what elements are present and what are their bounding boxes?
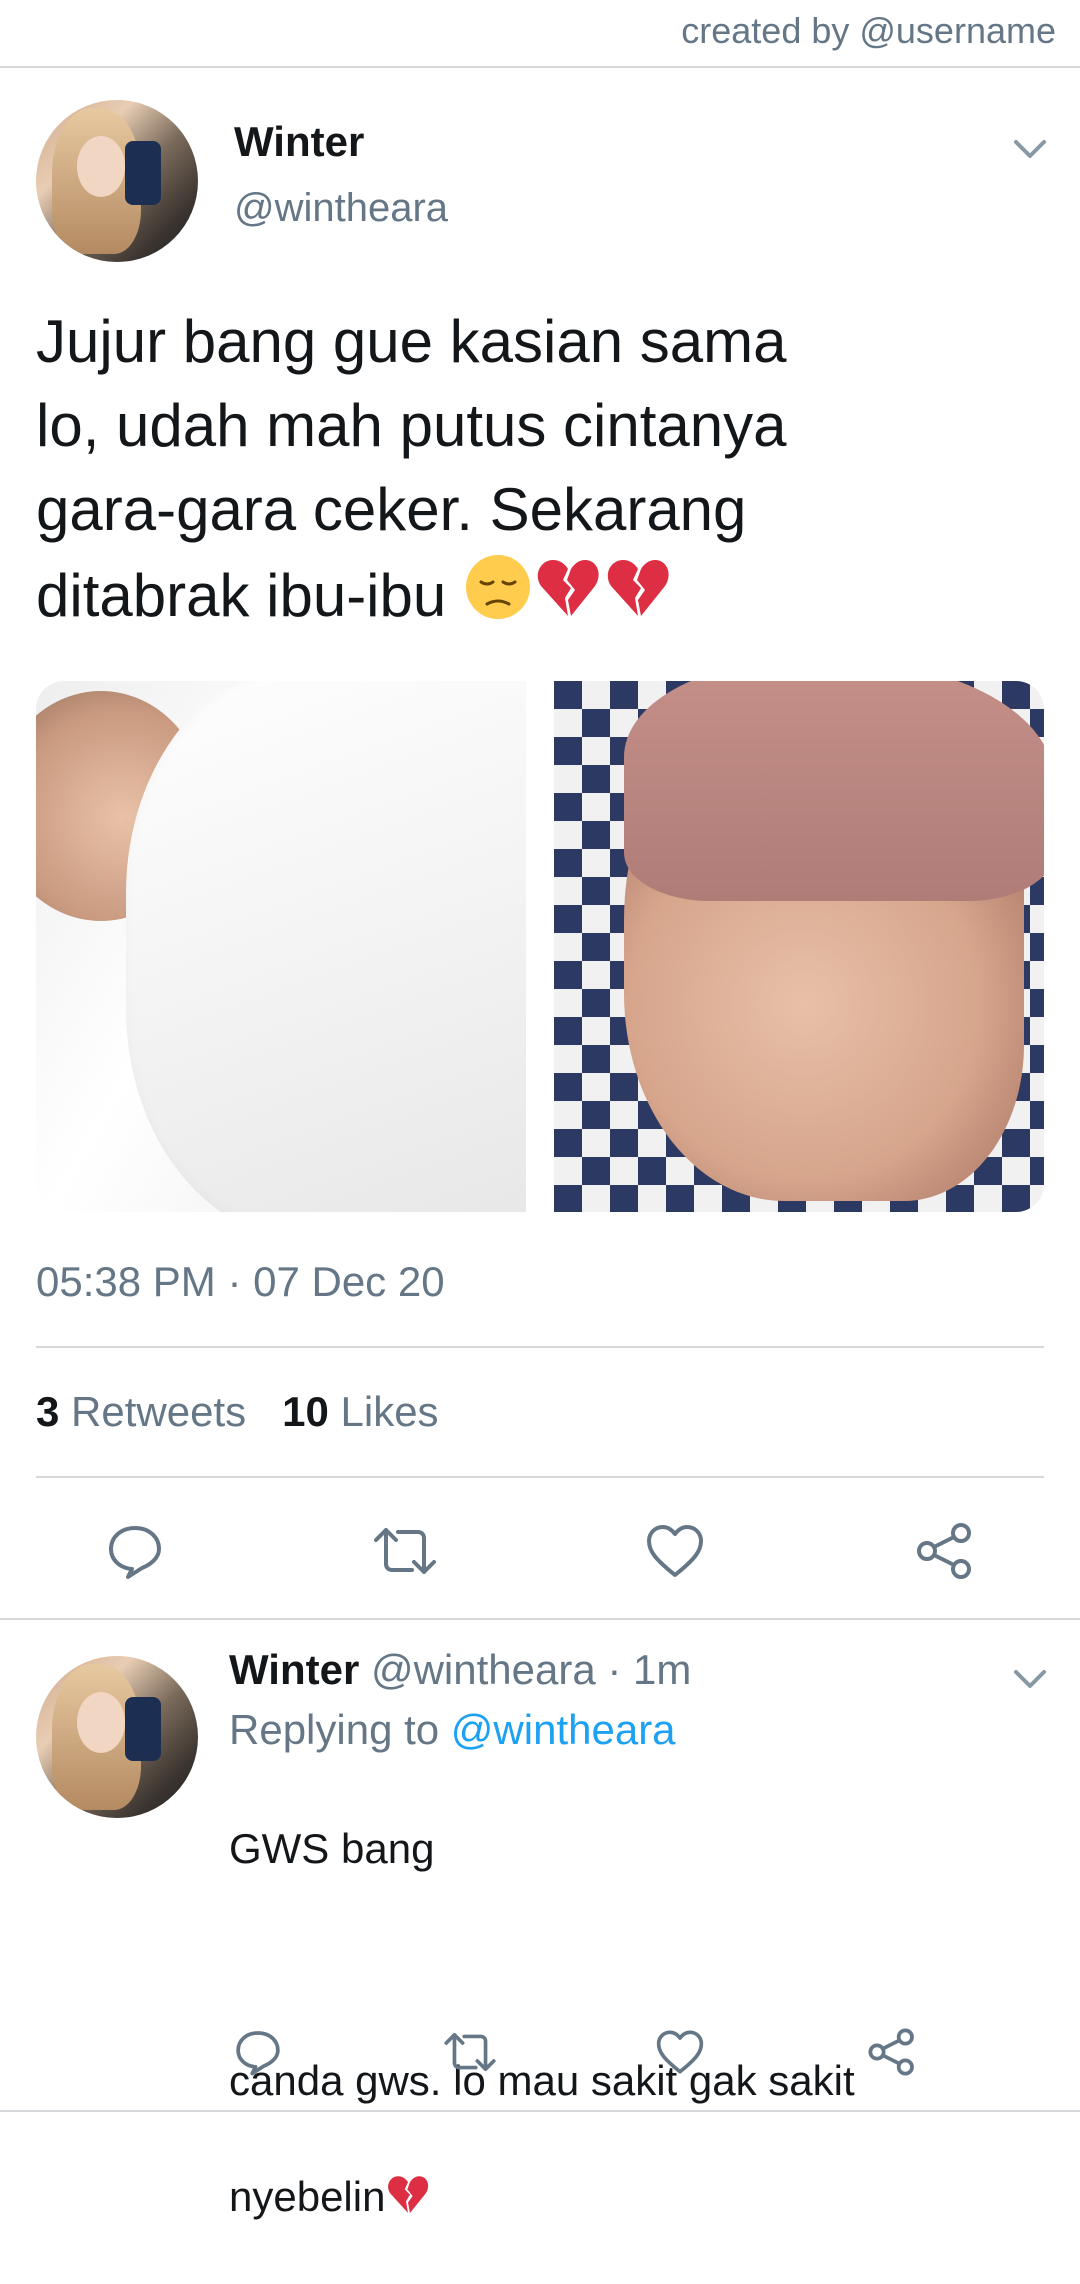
heart-icon xyxy=(647,1525,703,1577)
likes-count: 10 xyxy=(282,1388,329,1435)
reply-text-line: nyebelin xyxy=(229,2173,386,2220)
reply-like-button[interactable] xyxy=(648,2020,712,2084)
chevron-down-icon[interactable] xyxy=(1010,1658,1050,1698)
chevron-down-icon[interactable] xyxy=(1010,128,1050,168)
retweet-icon xyxy=(444,2032,496,2072)
reply-meta: Winter @wintheara · 1m xyxy=(229,1646,691,1694)
author-handle[interactable]: @wintheara xyxy=(234,186,448,231)
reply-reply-button[interactable] xyxy=(226,2020,290,2084)
tweet-text: Jujur bang gue kasian sama lo, udah mah … xyxy=(36,300,936,638)
heart-icon xyxy=(656,2030,704,2074)
replying-mention-link[interactable]: @wintheara xyxy=(451,1706,676,1753)
reply-author-name[interactable]: Winter xyxy=(229,1646,359,1693)
tweet-text-line: lo, udah mah putus cintanya xyxy=(36,392,787,459)
reply-text-line: GWS bang xyxy=(229,1825,435,1872)
replying-to: Replying to @wintheara xyxy=(229,1706,676,1754)
retweets-count: 3 xyxy=(36,1388,60,1435)
retweet-button[interactable] xyxy=(370,1516,440,1586)
broken-heart-icon xyxy=(537,560,599,616)
share-button[interactable] xyxy=(910,1516,980,1586)
reply-button[interactable] xyxy=(100,1516,170,1586)
divider xyxy=(0,2110,1080,2112)
reply-share-button[interactable] xyxy=(860,2020,924,2084)
divider xyxy=(36,1346,1044,1348)
tweet-text-line: ditabrak ibu-ibu xyxy=(36,562,447,629)
author-name[interactable]: Winter xyxy=(234,118,364,166)
reply-time: · 1m xyxy=(607,1646,692,1693)
reply-text-last-line: nyebelin xyxy=(229,2168,1029,2226)
reply-icon xyxy=(109,1526,161,1579)
tweet-image-2[interactable] xyxy=(554,681,1044,1212)
reply-author-handle[interactable]: @wintheara xyxy=(371,1646,596,1693)
retweets-label: Retweets xyxy=(71,1388,247,1435)
share-icon xyxy=(917,1523,971,1579)
tweet-image-1[interactable] xyxy=(36,681,526,1212)
tweet-stats: 3 Retweets 10 Likes xyxy=(36,1388,439,1436)
share-icon xyxy=(868,2028,914,2076)
like-button[interactable] xyxy=(640,1516,710,1586)
retweet-icon xyxy=(374,1528,436,1574)
retweets-stat[interactable]: 3 Retweets xyxy=(36,1388,246,1435)
reply-retweet-button[interactable] xyxy=(438,2020,502,2084)
tweet-text-line: gara-gara ceker. Sekarang xyxy=(36,476,747,543)
broken-heart-icon xyxy=(607,560,669,616)
replying-label: Replying to xyxy=(229,1706,440,1753)
divider xyxy=(36,1476,1044,1478)
likes-stat[interactable]: 10 Likes xyxy=(282,1388,438,1435)
tweet-text-last-line: ditabrak ibu-ibu xyxy=(36,552,936,638)
reply-icon xyxy=(236,2031,280,2076)
broken-heart-icon xyxy=(388,2176,429,2214)
tweet-text-line: Jujur bang gue kasian sama xyxy=(36,308,787,375)
tweet-timestamp: 05:38 PM · 07 Dec 20 xyxy=(36,1258,445,1305)
likes-label: Likes xyxy=(340,1388,439,1435)
pensive-face-emoji-icon xyxy=(465,555,530,619)
reply-author-avatar[interactable] xyxy=(36,1656,198,1818)
credit-label: created by @username xyxy=(681,10,1056,51)
author-avatar[interactable] xyxy=(36,100,198,262)
top-bar: created by @username xyxy=(0,0,1080,68)
divider xyxy=(0,1618,1080,1620)
